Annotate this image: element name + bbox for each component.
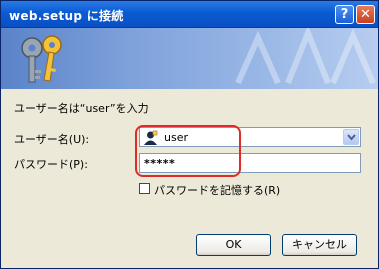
window-title: web.setup に接続 <box>9 9 124 23</box>
keys-icon <box>21 35 62 83</box>
login-dialog: web.setup に接続 ? ✕ ユーザー名は“user”を入力 ユーザー名(… <box>0 0 379 269</box>
help-button[interactable]: ? <box>335 5 354 24</box>
close-button[interactable]: ✕ <box>356 5 375 24</box>
chevron-down-icon <box>347 134 356 141</box>
prompt-text: ユーザー名は“user”を入力 <box>14 102 149 115</box>
ok-button[interactable]: OK <box>196 234 271 256</box>
username-label: ユーザー名(U): <box>14 133 90 146</box>
title-bar[interactable]: web.setup に接続 ? ✕ <box>1 1 378 28</box>
dialog-banner <box>1 28 378 89</box>
username-dropdown-button[interactable] <box>343 129 359 145</box>
remember-password-label: パスワードを記憶する(R) <box>154 184 281 197</box>
password-label: パスワード(P): <box>14 158 88 171</box>
cancel-button[interactable]: キャンセル <box>282 234 357 256</box>
checkbox-box[interactable] <box>139 183 150 194</box>
highlight-annotation <box>135 125 241 177</box>
banner-decoration-icon <box>235 28 376 85</box>
